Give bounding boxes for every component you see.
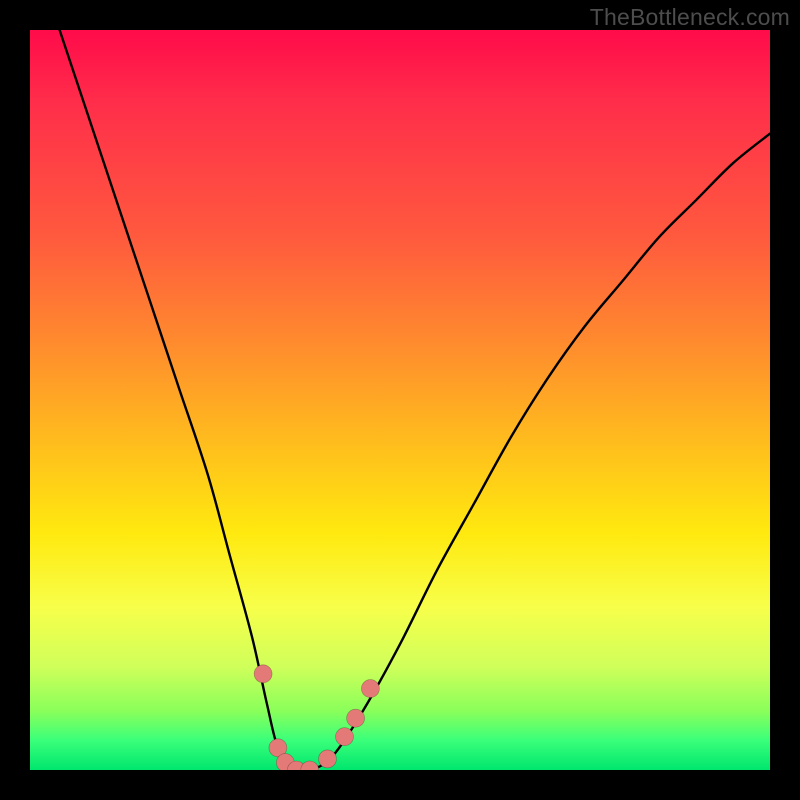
data-point	[254, 665, 272, 683]
bottleneck-curve	[60, 30, 770, 770]
chart-frame: TheBottleneck.com	[0, 0, 800, 800]
attribution-text: TheBottleneck.com	[590, 4, 790, 31]
data-point	[361, 680, 379, 698]
data-points	[254, 665, 379, 770]
data-point	[301, 761, 319, 770]
curve-svg	[30, 30, 770, 770]
data-point	[336, 728, 354, 746]
data-point	[318, 750, 336, 768]
plot-area	[30, 30, 770, 770]
data-point	[347, 709, 365, 727]
